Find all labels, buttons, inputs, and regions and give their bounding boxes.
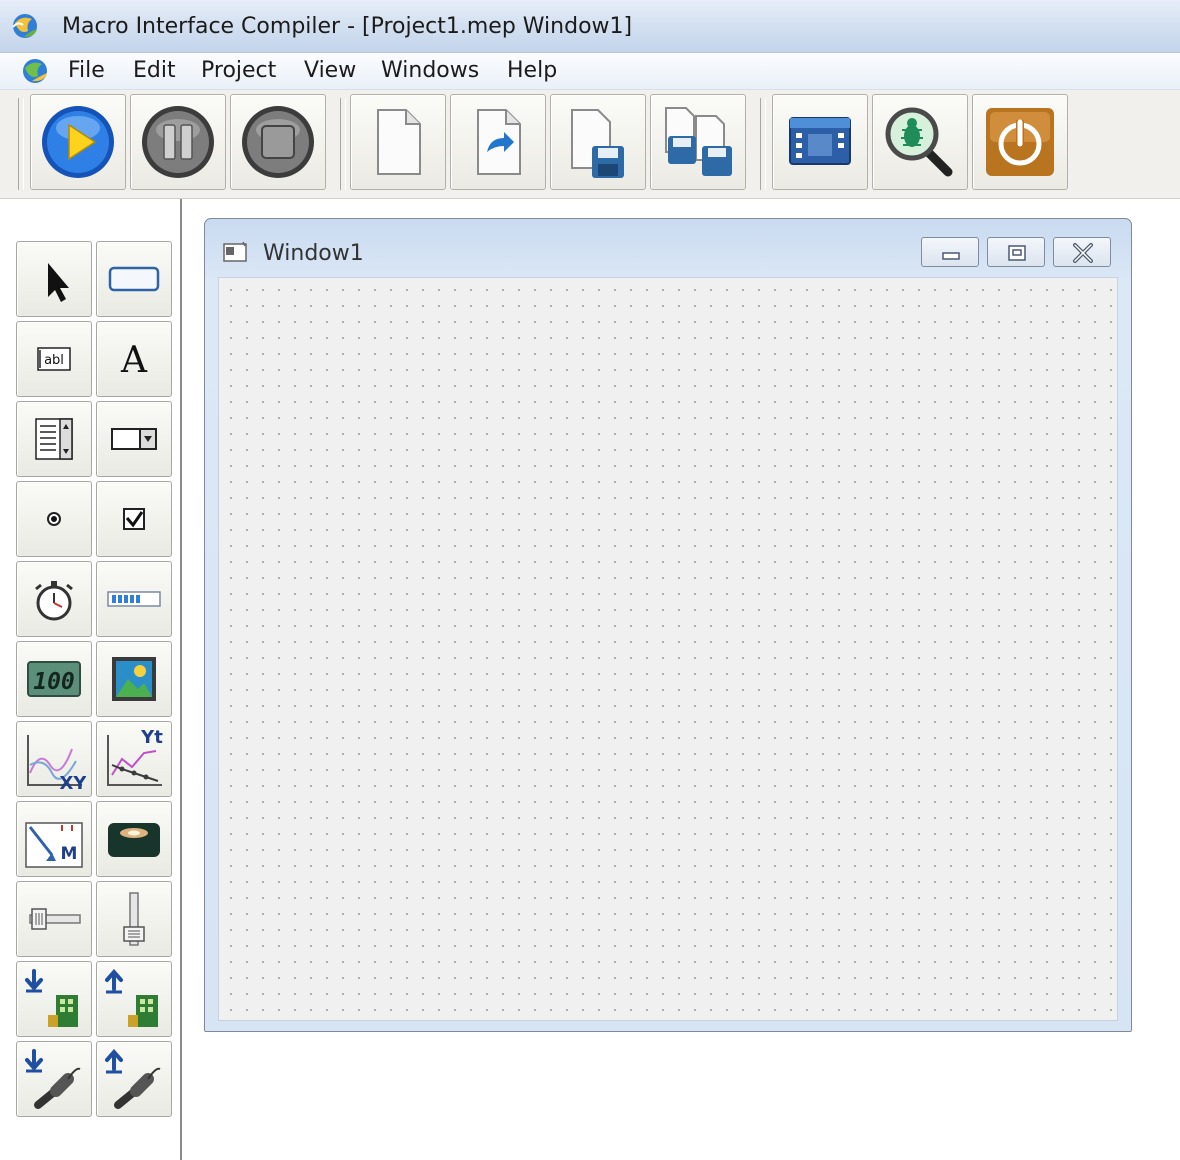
menu-project[interactable]: Project: [201, 58, 276, 83]
textbox-icon: abl: [37, 347, 71, 371]
tool-vertical-slider[interactable]: [96, 881, 172, 957]
meter-icon: M: [25, 822, 83, 868]
toolbar-grip: [760, 98, 766, 190]
plc-write-icon: [105, 968, 158, 1027]
tool-led[interactable]: [96, 801, 172, 877]
stop-button[interactable]: [230, 94, 326, 190]
tool-combobox[interactable]: [96, 401, 172, 477]
minimize-button[interactable]: [921, 237, 979, 267]
tool-numeric-display[interactable]: 100: [16, 641, 92, 717]
button-control-icon: [108, 266, 160, 292]
xy-chart-icon: XY: [27, 735, 86, 791]
open-document-icon: [477, 109, 521, 175]
maximize-button[interactable]: [987, 237, 1045, 267]
save-button[interactable]: [550, 94, 646, 190]
meter-glyph: M: [61, 844, 78, 864]
system-menu-icon[interactable]: [20, 56, 50, 86]
listbox-icon: [35, 418, 73, 460]
app-logo-icon: [12, 14, 37, 38]
radio-button-icon: [47, 512, 61, 526]
maximize-icon: [1008, 245, 1026, 261]
window-title: Macro Interface Compiler - [Project1.mep…: [62, 14, 633, 39]
tool-xy-chart[interactable]: XY: [16, 721, 92, 797]
pointer-icon: [48, 263, 69, 302]
image-icon: [112, 657, 156, 701]
led-icon: [108, 823, 160, 857]
menu-bar: File Edit Project View Windows Help: [0, 53, 1180, 90]
yt-chart-glyph: Yt: [140, 727, 163, 748]
play-icon: [42, 106, 114, 178]
tool-label[interactable]: A: [96, 321, 172, 397]
palette-divider[interactable]: [180, 199, 182, 1160]
numeric-display-icon: 100: [27, 661, 81, 697]
textbox-glyph: abl: [44, 353, 64, 368]
save-all-button[interactable]: [650, 94, 746, 190]
usb-write-icon: [105, 1048, 161, 1109]
tool-image[interactable]: [96, 641, 172, 717]
toolbar-grip: [340, 98, 346, 190]
xy-chart-glyph: XY: [60, 773, 86, 791]
yt-chart-icon: Yt: [107, 727, 163, 786]
debug-button[interactable]: [872, 94, 968, 190]
checkbox-icon: [123, 508, 145, 530]
tool-pointer[interactable]: [16, 241, 92, 317]
numeric-display-glyph: 100: [33, 669, 75, 695]
pause-icon: [142, 106, 214, 178]
save-icon: [571, 109, 624, 178]
tool-listbox[interactable]: [16, 401, 92, 477]
tool-usb-write[interactable]: [96, 1041, 172, 1117]
progressbar-icon: [107, 591, 161, 607]
tool-textbox[interactable]: abl: [16, 321, 92, 397]
tool-plc-read[interactable]: [16, 961, 92, 1037]
save-all-icon: [665, 107, 732, 176]
toolbar: [0, 90, 1180, 199]
menu-help[interactable]: Help: [507, 58, 557, 83]
run-button[interactable]: [30, 94, 126, 190]
minimize-icon: [942, 252, 960, 260]
tool-checkbox[interactable]: [96, 481, 172, 557]
close-button[interactable]: [1053, 237, 1111, 267]
tool-timer[interactable]: [16, 561, 92, 637]
tool-progressbar[interactable]: [96, 561, 172, 637]
menu-file[interactable]: File: [68, 58, 105, 83]
tool-plc-write[interactable]: [96, 961, 172, 1037]
form-window[interactable]: Window1: [204, 218, 1132, 1032]
form-title: Window1: [263, 241, 364, 266]
title-bar: Macro Interface Compiler - [Project1.mep…: [0, 0, 1180, 53]
stop-icon: [242, 106, 314, 178]
vertical-slider-icon: [123, 892, 145, 946]
usb-read-icon: [25, 1049, 81, 1109]
open-button[interactable]: [450, 94, 546, 190]
plc-read-icon: [25, 969, 78, 1027]
tool-yt-chart[interactable]: Yt: [96, 721, 172, 797]
exit-button[interactable]: [972, 94, 1068, 190]
label-glyph: A: [120, 340, 148, 381]
form-window-icon: [223, 241, 247, 262]
pause-button[interactable]: [130, 94, 226, 190]
new-button[interactable]: [350, 94, 446, 190]
close-icon: [1073, 243, 1093, 263]
new-document-icon: [377, 109, 421, 175]
exit-icon: [986, 108, 1054, 176]
tool-usb-read[interactable]: [16, 1041, 92, 1117]
combobox-icon: [111, 428, 157, 450]
horizontal-slider-icon: [29, 908, 81, 930]
debug-search-icon: [885, 107, 953, 177]
tool-meter[interactable]: M: [16, 801, 92, 877]
menu-view[interactable]: View: [304, 58, 356, 83]
window-properties-button[interactable]: [772, 94, 868, 190]
toolbar-grip: [18, 98, 24, 190]
timer-icon: [35, 581, 73, 621]
menu-edit[interactable]: Edit: [133, 58, 176, 83]
tool-horizontal-slider[interactable]: [16, 881, 92, 957]
window-properties-icon: [789, 117, 851, 165]
form-design-grid[interactable]: [218, 277, 1118, 1021]
menu-windows[interactable]: Windows: [381, 58, 479, 83]
label-icon: A: [120, 340, 148, 381]
tool-button[interactable]: [96, 241, 172, 317]
app-window: Macro Interface Compiler - [Project1.mep…: [0, 0, 1180, 1160]
tool-radio-button[interactable]: [16, 481, 92, 557]
control-palette: abl A 100 XY Yt M: [0, 199, 180, 1160]
